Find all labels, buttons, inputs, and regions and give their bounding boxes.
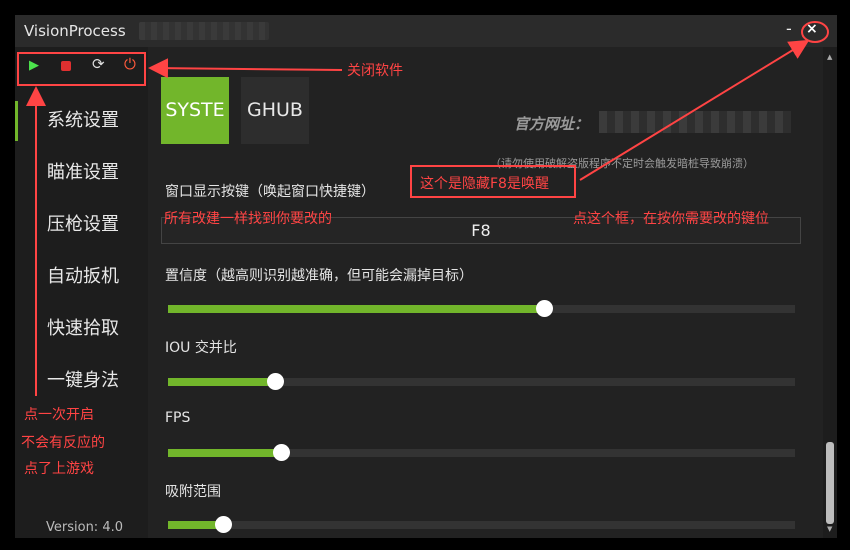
arrow-to-close: [579, 39, 810, 181]
arrow-to-power: [148, 58, 343, 79]
close-highlight-ellipse: [801, 21, 829, 43]
annotation-arrows: [26, 21, 829, 396]
